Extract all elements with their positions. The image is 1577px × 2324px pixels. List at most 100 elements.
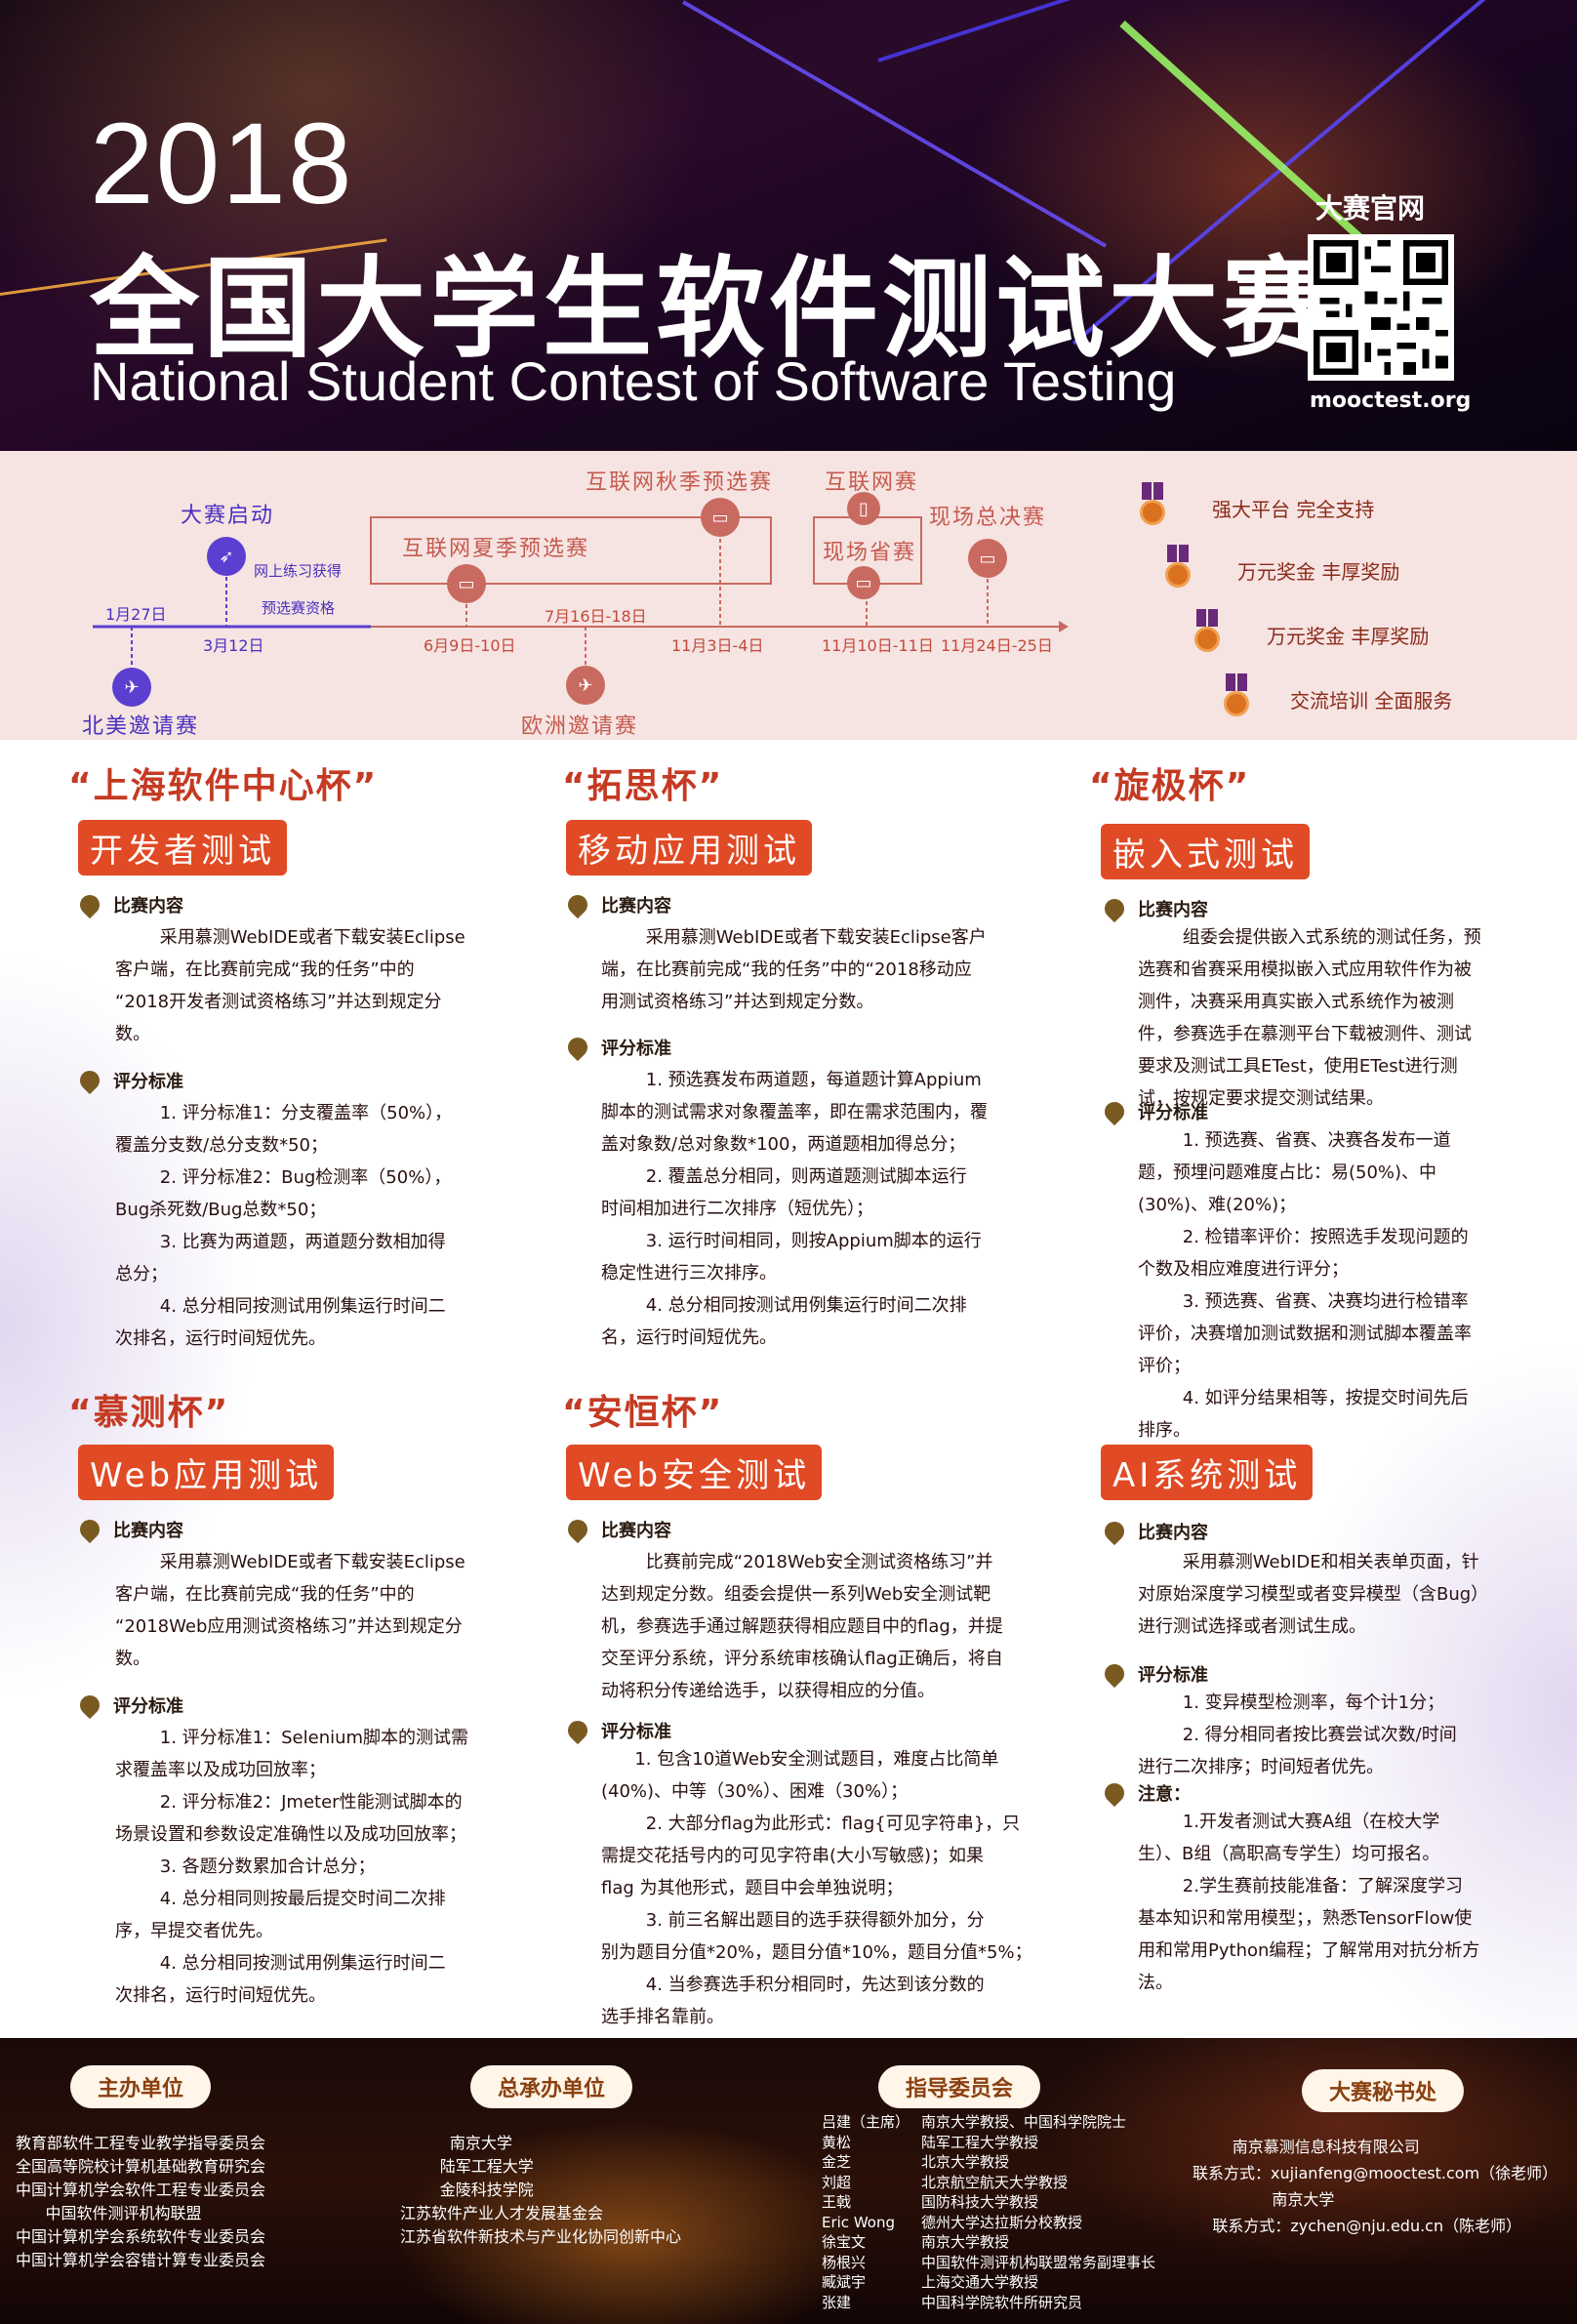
secretariat-info: 南京慕测信息科技有限公司 联系方式：xujianfeng@mooctest.co… <box>1193 2138 1558 2235</box>
cup-name: “上海软件中心杯” <box>68 766 379 806</box>
section-heading-text: 评分标准 <box>601 1722 671 1742</box>
section-body: 采用慕测WebIDE或者下载安装Eclipse 客户端，在比赛前完成“我的任务”… <box>115 927 465 1044</box>
north-america-invitational: 北美邀请赛 <box>82 714 200 739</box>
finals-date: 11月24日-25日 <box>941 636 1053 655</box>
section-heading: 比赛内容 <box>1100 1517 1208 1546</box>
award-text: 强大平台 完全支持 <box>1212 498 1375 521</box>
cup-name: “旋极杯” <box>1089 766 1251 806</box>
section-body: 1. 预选赛、省赛、决赛各发布一道 题，预埋问题难度占比：易(50%)、中 (3… <box>1138 1130 1472 1441</box>
bullet-icon <box>1100 1659 1129 1689</box>
award-item <box>1224 673 1249 716</box>
section-body: 1. 评分标准1：Selenium脚本的测试需 求覆盖率以及成功回放率； 2. … <box>115 1728 469 2006</box>
bullet-icon <box>563 1515 592 1544</box>
medal-icon <box>1194 627 1220 652</box>
helicopter-icon: ✈ <box>566 666 605 705</box>
medal-icon <box>1140 500 1165 525</box>
ribbon-icon <box>1196 609 1218 627</box>
monitor-icon: ▭ <box>447 564 486 603</box>
timeline-band: 大赛启动 ➶ 网上练习获得 预选赛资格 1月27日 3月12日 ✈ 北美邀请赛 … <box>0 451 1577 740</box>
category-tag: AI系统测试 <box>1101 1445 1314 1500</box>
provincial-date: 11月10日-11日 <box>822 636 934 655</box>
date-jan27: 1月27日 <box>105 605 167 624</box>
ribbon-icon <box>1142 482 1163 500</box>
cup-name: “拓思杯” <box>562 766 724 806</box>
europe-date: 7月16日-18日 <box>545 607 647 626</box>
phone-icon: ▯ <box>847 492 880 525</box>
section-heading-text: 比赛内容 <box>113 896 183 917</box>
provincial-round: 现场省赛 <box>823 541 917 565</box>
contest-start-label: 大赛启动 <box>181 504 275 528</box>
section-heading-text: 评分标准 <box>601 1039 671 1059</box>
rocket-icon: ➶ <box>207 537 246 576</box>
section-heading: 比赛内容 <box>75 1515 183 1544</box>
section-body: 1. 包含10道Web安全测试题目，难度占比简单 (40%)、中等（30%）、困… <box>601 1749 1032 2027</box>
autumn-date: 11月3日-4日 <box>671 636 764 655</box>
section-heading-text: 评分标准 <box>113 1072 183 1092</box>
monitor-icon: ▭ <box>847 566 880 599</box>
category-tag: 移动应用测试 <box>566 820 812 876</box>
host-list: 教育部软件工程专业教学指导委员会 全国高等院校计算机基础教育研究会 中国计算机学… <box>16 2134 266 2269</box>
bullet-icon <box>563 1716 592 1745</box>
category-tag: Web应用测试 <box>78 1445 335 1500</box>
section-heading: 评分标准 <box>1100 1659 1208 1689</box>
section-body: 比赛前完成“2018Web安全测试资格练习”并 达到规定分数。组委会提供一系列W… <box>601 1552 1003 1701</box>
cup-name: “慕测杯” <box>68 1393 230 1433</box>
section-body: 采用慕测WebIDE或者下载安装Eclipse客户 端，在比赛前完成“我的任务”… <box>601 927 987 1012</box>
category-tag: Web安全测试 <box>566 1445 823 1500</box>
section-heading: 比赛内容 <box>563 1515 671 1544</box>
section-heading-text: 评分标准 <box>1138 1103 1208 1123</box>
section-heading-text: 比赛内容 <box>113 1521 183 1541</box>
cups-section: “上海软件中心杯” 开发者测试 比赛内容 采用慕测WebIDE或者下载安装Ecl… <box>0 740 1577 2038</box>
date-mar12: 3月12日 <box>203 636 264 655</box>
organizer-list: 南京大学 陆军工程大学 金陵科技学院 江苏软件产业人才发展基金会 江苏省软件新技… <box>400 2134 682 2246</box>
site-url[interactable]: mooctest.org <box>1310 388 1471 413</box>
year-heading: 2018 <box>90 100 354 228</box>
section-heading: 比赛内容 <box>75 890 183 919</box>
section-heading: 注意： <box>1100 1778 1191 1808</box>
organizer-label: 总承办单位 <box>470 2065 633 2108</box>
ribbon-icon <box>1167 545 1189 562</box>
award-item <box>1194 609 1220 652</box>
award-item <box>1165 545 1191 588</box>
bullet-icon <box>75 1691 104 1720</box>
section-heading-text: 比赛内容 <box>601 896 671 917</box>
category-tag: 开发者测试 <box>78 820 287 876</box>
monitor-icon: ▭ <box>968 539 1007 578</box>
finals-label: 现场总决赛 <box>929 506 1047 530</box>
bullet-icon <box>1100 1097 1129 1126</box>
internet-round: 互联网赛 <box>825 470 919 495</box>
autumn-qualifier: 互联网秋季预选赛 <box>586 470 774 495</box>
award-text: 万元奖金 丰厚奖励 <box>1237 560 1400 584</box>
summer-date: 6月9日-10日 <box>424 636 516 655</box>
guidance-titles: 南京大学教授、中国科学院院士 陆军工程大学教授 北京大学教授 北京航空航天大学教… <box>921 2113 1156 2311</box>
section-heading: 评分标准 <box>563 1033 671 1062</box>
medal-icon <box>1165 562 1191 588</box>
section-body: 1. 预选赛发布两道题，每道题计算Appium 脚本的测试需求对象覆盖率，即在需… <box>601 1070 988 1348</box>
section-heading: 比赛内容 <box>1100 894 1208 923</box>
bullet-icon <box>75 890 104 919</box>
section-heading-text: 比赛内容 <box>601 1521 671 1541</box>
bullet-icon <box>563 1033 592 1062</box>
category-tag: 嵌入式测试 <box>1101 824 1310 879</box>
bullet-icon <box>1100 1778 1129 1808</box>
medal-icon <box>1224 691 1249 716</box>
section-heading-text: 注意： <box>1138 1784 1191 1805</box>
section-heading: 评分标准 <box>75 1691 183 1720</box>
qualification-label: 预选赛资格 <box>262 599 336 617</box>
section-body: 组委会提供嵌入式系统的测试任务，预 选赛和省赛采用模拟嵌入式应用软件作为被 测件… <box>1138 927 1481 1109</box>
section-heading: 评分标准 <box>563 1716 671 1745</box>
monitor-icon: ▭ <box>701 498 740 537</box>
contest-title-en: National Student Contest of Software Tes… <box>90 350 1177 412</box>
light-beam <box>877 0 1529 62</box>
practice-label: 网上练习获得 <box>254 562 343 580</box>
header-banner: 2018 全国大学生软件测试大赛 National Student Contes… <box>0 0 1577 451</box>
host-label: 主办单位 <box>70 2065 212 2108</box>
bullet-icon <box>75 1066 104 1095</box>
europe-invitational: 欧洲邀请赛 <box>521 714 639 739</box>
section-body: 采用慕测WebIDE或者下载安装Eclipse 客户端，在比赛前完成“我的任务”… <box>115 1552 465 1669</box>
bullet-icon <box>563 890 592 919</box>
bullet-icon <box>1100 1517 1129 1546</box>
section-heading-text: 评分标准 <box>113 1696 183 1717</box>
bullet-icon <box>1100 894 1129 923</box>
qr-code-icon[interactable] <box>1308 234 1454 381</box>
